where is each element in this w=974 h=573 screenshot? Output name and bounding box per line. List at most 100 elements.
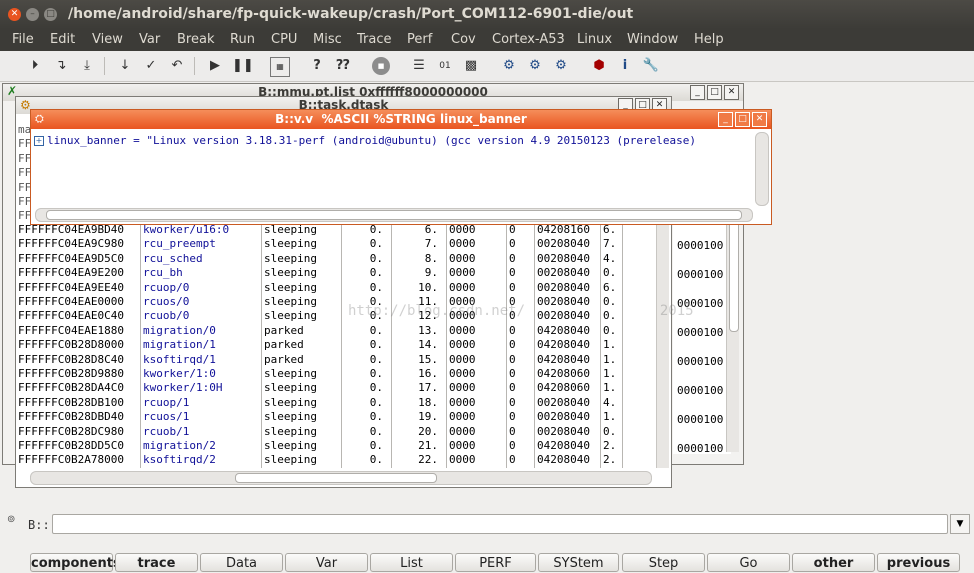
menu-cov[interactable]: Cov	[451, 32, 476, 47]
step-over-icon[interactable]: ↴	[52, 57, 70, 75]
go-icon[interactable]: ▶	[206, 57, 224, 75]
table-cell[interactable]: migration/2	[141, 439, 262, 454]
table-row[interactable]: FFFFFFC04EA9C980 rcu_preempt sleeping 0. 7. 0…	[16, 237, 623, 252]
scrollbar-thumb[interactable]	[235, 473, 437, 483]
list-icon[interactable]: ☰	[410, 57, 428, 75]
softkey-system[interactable]: SYStem	[538, 553, 619, 572]
stop-icon[interactable]: ■	[372, 57, 390, 75]
table-row[interactable]: FFFFFFC0B28DBD40 rcuos/1 sleeping 0. 19. 0000…	[16, 410, 623, 425]
menu-trace[interactable]: Trace	[357, 32, 392, 47]
register-icon[interactable]: 01	[436, 57, 454, 75]
trace-icon[interactable]: ⚙	[552, 57, 570, 75]
menu-file[interactable]: File	[12, 32, 34, 47]
softkey-other[interactable]: other	[792, 553, 875, 572]
mmu-vertical-scrollbar[interactable]	[726, 214, 739, 452]
maximize-window-icon[interactable]: □	[44, 8, 57, 21]
mode-icon[interactable]: ▦	[270, 57, 290, 77]
table-cell[interactable]: kworker/1:0H	[141, 381, 262, 396]
table-cell[interactable]: migration/0	[141, 323, 262, 339]
table-cell[interactable]: rcuob/1	[141, 424, 262, 439]
scrollbar-thumb[interactable]	[729, 220, 739, 332]
table-row[interactable]: FFFFFFC0B2A78000 ksoftirqd/2 sleeping 0. 22.…	[16, 453, 623, 468]
close-icon[interactable]: ✕	[724, 85, 739, 100]
help-icon[interactable]: ?	[308, 57, 326, 75]
variable-value-line[interactable]: linux_banner = "Linux version 3.18.31-pe…	[47, 134, 753, 147]
table-cell[interactable]: rcuos/1	[141, 410, 262, 425]
break-icon[interactable]: ❚❚	[232, 57, 254, 75]
menu-linux[interactable]: Linux	[577, 32, 612, 47]
table-cell[interactable]: rcuob/0	[141, 309, 262, 324]
table-row[interactable]: FFFFFFC0B28DC980 rcuob/1 sleeping 0. 20. 0000…	[16, 424, 623, 439]
cpu-icon[interactable]: ⚙	[500, 57, 518, 75]
table-row[interactable]: FFFFFFC0B28DA4C0 kworker/1:0H sleeping 0. 17…	[16, 381, 623, 396]
up-icon[interactable]: ↶	[168, 57, 186, 75]
menu-break[interactable]: Break	[177, 32, 214, 47]
maximize-icon[interactable]: □	[707, 85, 722, 100]
menu-cpu[interactable]: CPU	[271, 32, 297, 47]
close-icon[interactable]: ✕	[752, 112, 767, 127]
table-row[interactable]: FFFFFFC04EA9E200 rcu_bh sleeping 0. 9. 0000 0 0…	[16, 266, 623, 281]
softkey-go[interactable]: Go	[707, 553, 790, 572]
return-icon[interactable]: ✓	[142, 57, 160, 75]
softkey-trace[interactable]: trace	[115, 553, 198, 572]
step-into-icon[interactable]: ⏵	[26, 57, 44, 75]
var-horizontal-scrollbar[interactable]	[35, 208, 753, 222]
help-context-icon[interactable]: ⁇	[334, 57, 352, 75]
table-cell[interactable]: rcu_sched	[141, 251, 262, 267]
command-dropdown-icon[interactable]: ▼	[950, 514, 970, 534]
memory-icon[interactable]: ▩	[462, 57, 480, 75]
table-cell[interactable]: rcuop/0	[141, 280, 262, 295]
menu-help[interactable]: Help	[694, 32, 724, 47]
close-window-icon[interactable]: ✕	[8, 8, 21, 21]
settings-icon[interactable]: 🔧	[642, 57, 660, 75]
var-vertical-scrollbar[interactable]	[755, 132, 769, 206]
table-cell[interactable]: rcu_preempt	[141, 237, 262, 252]
minimize-window-icon[interactable]: –	[26, 8, 39, 21]
step-down-icon[interactable]: ↓	[116, 57, 134, 75]
softkey-data[interactable]: Data	[200, 553, 283, 572]
table-row[interactable]: FFFFFFC04EA9D5C0 rcu_sched sleeping 0. 8. 000…	[16, 251, 623, 267]
table-cell[interactable]: kworker/u16:0	[141, 223, 262, 238]
info-icon[interactable]: i	[616, 57, 634, 75]
table-row[interactable]: FFFFFFC0B28D8000 migration/1 parked 0. 14. 00…	[16, 338, 623, 353]
table-row[interactable]: FFFFFFC04EA9EE40 rcuop/0 sleeping 0. 10. 0000…	[16, 280, 623, 295]
menu-cortex-a53[interactable]: Cortex-A53	[492, 32, 565, 47]
table-cell[interactable]: rcuop/1	[141, 395, 262, 411]
scrollbar-thumb[interactable]	[46, 210, 742, 220]
menu-misc[interactable]: Misc	[313, 32, 342, 47]
chip-icon[interactable]: ⬢	[590, 57, 608, 75]
table-cell[interactable]: ksoftirqd/1	[141, 352, 262, 367]
table-row[interactable]: FFFFFFC0B28D8C40 ksoftirqd/1 parked 0. 15. 00…	[16, 352, 623, 367]
softkey-var[interactable]: Var	[285, 553, 368, 572]
task-horizontal-scrollbar[interactable]	[30, 471, 652, 485]
softkey-list[interactable]: List	[370, 553, 453, 572]
task-vertical-scrollbar[interactable]	[656, 212, 669, 468]
menu-window[interactable]: Window	[627, 32, 678, 47]
minimize-icon[interactable]: _	[718, 112, 733, 127]
table-cell[interactable]: kworker/1:0	[141, 367, 262, 382]
table-cell[interactable]: rcuos/0	[141, 295, 262, 310]
table-row[interactable]: FFFFFFC0B28D9880 kworker/1:0 sleeping 0. 16.…	[16, 367, 623, 382]
softkey-step[interactable]: Step	[622, 553, 705, 572]
table-cell[interactable]: migration/1	[141, 338, 262, 353]
table-row[interactable]: FFFFFFC0B28DD5C0 migration/2 sleeping 0. 21.…	[16, 439, 623, 454]
minimize-icon[interactable]: _	[690, 85, 705, 100]
table-row[interactable]: FFFFFFC04EA9BD40 kworker/u16:0 sleeping 0. 6…	[16, 223, 623, 238]
menu-view[interactable]: View	[92, 32, 123, 47]
command-input[interactable]	[52, 514, 948, 534]
softkey-previous[interactable]: previous	[877, 553, 960, 572]
perf-icon[interactable]: ⚙	[526, 57, 544, 75]
softkey-components[interactable]: components	[30, 553, 121, 572]
expand-icon[interactable]: +	[34, 136, 44, 146]
menu-edit[interactable]: Edit	[50, 32, 75, 47]
menu-var[interactable]: Var	[139, 32, 160, 47]
var-window[interactable]: B::v.v %ASCII %STRING linux_banner ⛭ _ □ ✕…	[30, 109, 772, 225]
maximize-icon[interactable]: □	[735, 112, 750, 127]
menu-perf[interactable]: Perf	[407, 32, 432, 47]
menu-run[interactable]: Run	[230, 32, 255, 47]
table-cell[interactable]: ksoftirqd/2	[141, 453, 262, 468]
softkey-perf[interactable]: PERF	[455, 553, 536, 572]
table-row[interactable]: FFFFFFC0B28DB100 rcuop/1 sleeping 0. 18. 0000…	[16, 395, 623, 411]
step-asm-icon[interactable]: ⤓	[78, 57, 96, 75]
table-cell[interactable]: rcu_bh	[141, 266, 262, 281]
